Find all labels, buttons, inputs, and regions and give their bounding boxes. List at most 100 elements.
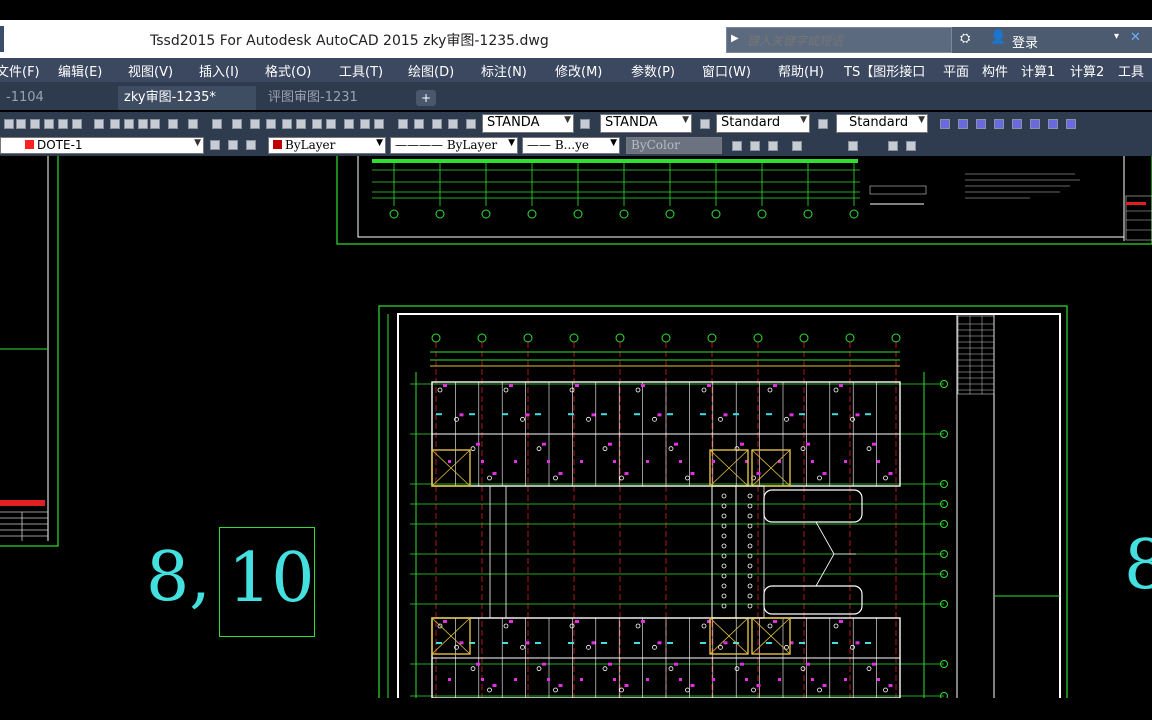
property-tool-icon[interactable] [732, 141, 742, 151]
toolbar-tool-icon[interactable] [232, 119, 242, 129]
new-tab-button[interactable]: + [416, 90, 436, 106]
menu-help[interactable]: 帮助(H) [778, 61, 824, 80]
fixture-mark [547, 678, 550, 681]
property-tool-icon[interactable] [750, 141, 760, 151]
menu-file[interactable]: 文件(F) [0, 61, 40, 80]
column-mark [747, 603, 753, 609]
layer-select[interactable]: DOTE-1 ▼ [0, 137, 204, 154]
toolbar-tool-icon[interactable] [94, 119, 104, 129]
property-tool-icon[interactable] [888, 141, 898, 151]
axis-bubble [891, 333, 901, 343]
toolbar-tool-icon[interactable] [188, 119, 198, 129]
toolbar-tool-icon[interactable] [58, 119, 68, 129]
left-sheet-frame [0, 156, 59, 547]
color-select[interactable]: ByLayer ▼ [268, 137, 386, 154]
property-tool-icon[interactable] [848, 141, 858, 151]
toolbar-tool-icon[interactable] [466, 119, 476, 129]
fixture-mark [888, 684, 893, 687]
menu-draw[interactable]: 绘图(D) [408, 61, 454, 80]
tssd-tool-icon[interactable] [940, 119, 950, 129]
toolbar-tool-icon[interactable] [282, 119, 292, 129]
text-style-select[interactable]: STANDA ▼ [482, 114, 574, 133]
menu-view[interactable]: 视图(V) [128, 61, 173, 80]
toolbar-tool-icon[interactable] [312, 119, 322, 129]
toolbar-tool-icon[interactable] [110, 119, 120, 129]
toolbar-tool-icon[interactable] [374, 119, 384, 129]
layer-tool-icon[interactable] [210, 140, 220, 150]
menu-plan[interactable]: 平面 [943, 61, 969, 80]
toolbar-tool-icon[interactable] [168, 119, 178, 129]
style-manager-icon[interactable] [700, 119, 710, 129]
chevron-down-icon[interactable]: ▾ [1114, 31, 1119, 42]
selected-text-box[interactable]: 10 [219, 527, 315, 637]
tssd-tool-icon[interactable] [1048, 119, 1058, 129]
style-manager-icon[interactable] [580, 119, 590, 129]
tab-file-1231[interactable]: 评图审图-1231 [262, 86, 408, 110]
menu-calc1[interactable]: 计算1 [1021, 61, 1055, 80]
toolbar-tool-icon[interactable] [212, 119, 222, 129]
menu-component[interactable]: 构件 [982, 61, 1008, 80]
lineweight-select[interactable]: —— B...ye ▼ [522, 137, 620, 154]
layer-tool-icon[interactable] [246, 140, 256, 150]
tab-file-1235[interactable]: zky审图-1235* [118, 86, 256, 110]
tssd-tool-icon[interactable] [994, 119, 1004, 129]
quick-access-edge[interactable] [0, 26, 4, 52]
search-expand-icon[interactable]: ▶ [731, 33, 739, 44]
toolbar-tool-icon[interactable] [414, 119, 424, 129]
search-input[interactable] [745, 30, 949, 52]
toolbar-tool-icon[interactable] [448, 119, 458, 129]
toolbar-tool-icon[interactable] [138, 119, 148, 129]
menu-dimension[interactable]: 标注(N) [481, 61, 527, 80]
exchange-icon[interactable]: ✕ [1130, 30, 1141, 45]
fixture-mark [707, 384, 711, 387]
tssd-tool-icon[interactable] [958, 119, 968, 129]
property-tool-icon[interactable] [906, 141, 916, 151]
menu-ts-interface[interactable]: TS【图形接口 [844, 61, 925, 80]
login-link[interactable]: 登录 [1012, 32, 1038, 51]
menu-edit[interactable]: 编辑(E) [58, 61, 102, 80]
toolbar-tool-icon[interactable] [266, 119, 276, 129]
tssd-tool-icon[interactable] [976, 119, 986, 129]
user-icon[interactable]: 👤 [990, 30, 1006, 45]
toolbar-tool-icon[interactable] [4, 119, 14, 129]
dimension-label-right: 8 [1124, 526, 1152, 605]
linetype-select[interactable]: ———— ByLayer ▼ [390, 137, 518, 154]
toolbar-tool-icon[interactable] [344, 119, 354, 129]
drawing-canvas[interactable]: 8, 10 8 [0, 156, 1152, 698]
toolbar-tool-icon[interactable] [432, 119, 442, 129]
menu-parametric[interactable]: 参数(P) [631, 61, 675, 80]
toolbar-tool-icon[interactable] [296, 119, 306, 129]
toolbar-tool-icon[interactable] [326, 119, 336, 129]
table-style-select[interactable]: Standard ▼ [716, 114, 810, 133]
chevron-down-icon: ▼ [800, 115, 807, 125]
menu-modify[interactable]: 修改(M) [555, 61, 602, 80]
menu-window[interactable]: 窗口(W) [702, 61, 751, 80]
tssd-tool-icon[interactable] [1030, 119, 1040, 129]
toolbar-tool-icon[interactable] [72, 119, 82, 129]
toolbar-tool-icon[interactable] [30, 119, 40, 129]
layer-tool-icon[interactable] [228, 140, 238, 150]
style-manager-icon[interactable] [818, 119, 828, 129]
toolbar-tool-icon[interactable] [398, 119, 408, 129]
toolbar-tool-icon[interactable] [124, 119, 134, 129]
toolbar-tool-icon[interactable] [44, 119, 54, 129]
menu-calc2[interactable]: 计算2 [1070, 61, 1104, 80]
tssd-tool-icon[interactable] [1066, 119, 1076, 129]
toolbar-tool-icon[interactable] [150, 119, 160, 129]
menu-tools[interactable]: 工具(T) [339, 61, 383, 80]
menu-format[interactable]: 格式(O) [265, 61, 311, 80]
tssd-tool-icon[interactable] [1012, 119, 1022, 129]
search-box[interactable]: ▶ [726, 27, 952, 53]
menu-insert[interactable]: 插入(I) [199, 61, 239, 80]
property-tool-icon[interactable] [768, 141, 778, 151]
tag-mark [502, 413, 508, 416]
menu-tools2[interactable]: 工具 [1118, 61, 1144, 80]
toolbar-tool-icon[interactable] [360, 119, 370, 129]
binoculars-icon[interactable]: ⛭ [960, 31, 970, 46]
property-tool-icon[interactable] [792, 141, 802, 151]
toolbar-tool-icon[interactable] [16, 119, 26, 129]
toolbar-tool-icon[interactable] [250, 119, 260, 129]
tab-file-1104[interactable]: -1104 [0, 86, 112, 110]
dim-style-select[interactable]: STANDA ▼ [600, 114, 692, 133]
mleader-style-select[interactable]: Standard ▼ [836, 114, 928, 133]
